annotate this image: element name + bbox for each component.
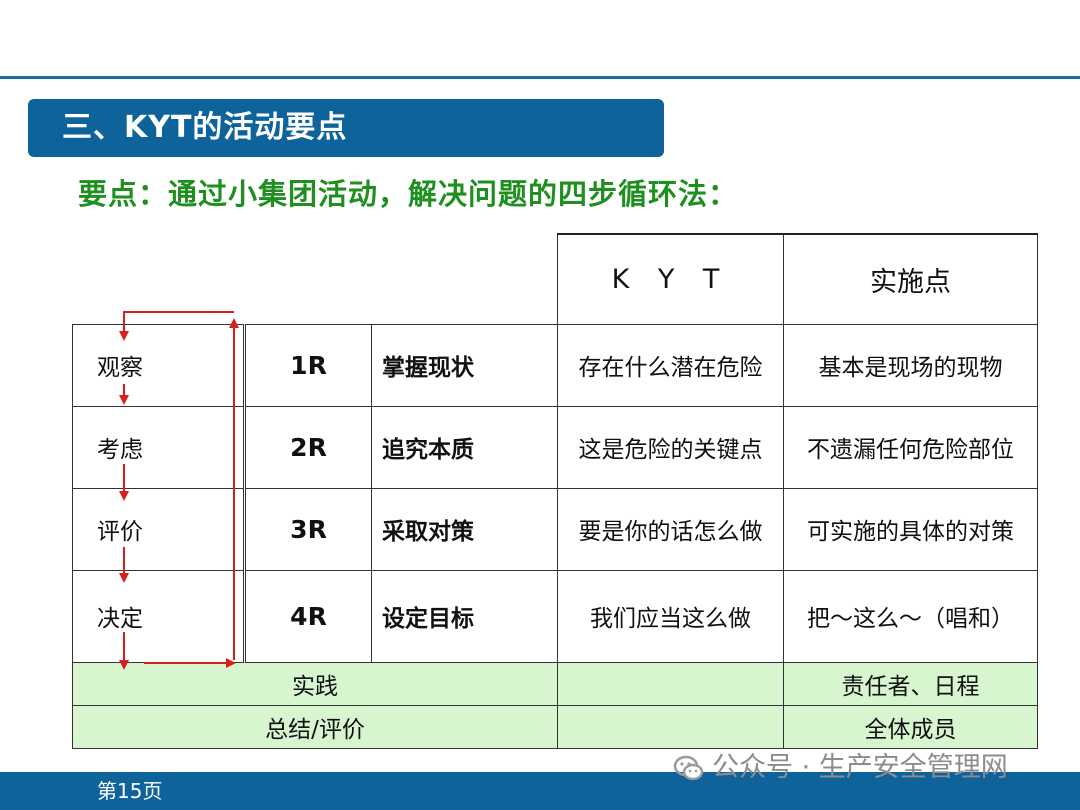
step-action: 设定目标 [371,569,558,663]
kyt-table: K Y T 实施点 观察 1R 掌握现状 存在什么潜在危险 基本是现场的现物 考… [72,233,1038,749]
step-action: 采取对策 [371,487,558,571]
point-cell: 把～这么～（唱和） [783,569,1038,663]
kyt-cell: 存在什么潜在危险 [557,323,784,407]
watermark-text: 公众号 · 生产安全管理网 [712,752,1008,783]
section-title-banner: 三、KYT的活动要点 [28,99,664,157]
table-row: 考虑 2R 追究本质 这是危险的关键点 不遗漏任何危险部位 [72,405,1038,489]
step-name: 决定 [72,569,245,663]
practice-label: 实践 [72,661,558,706]
table-row: 决定 4R 设定目标 我们应当这么做 把～这么～（唱和） [72,569,1038,663]
step-code: 3R [243,487,372,571]
step-code: 2R [243,405,372,489]
point-cell: 基本是现场的现物 [783,323,1038,407]
kyt-cell [557,704,784,749]
kyt-cell: 这是危险的关键点 [557,405,784,489]
step-code: 1R [243,323,372,407]
step-name: 评价 [72,487,245,571]
summary-label: 总结/评价 [72,704,558,749]
kyt-column-header: K Y T [557,233,784,325]
points-column-header: 实施点 [783,233,1038,325]
header-blank-cell [245,234,372,324]
step-action: 掌握现状 [371,323,558,407]
table-row: 评价 3R 采取对策 要是你的话怎么做 可实施的具体的对策 [72,487,1038,571]
kyt-cell [557,661,784,706]
page-number: 第15页 [97,779,163,803]
point-cell: 全体成员 [783,704,1038,749]
step-name: 观察 [72,323,245,407]
kyt-cell: 我们应当这么做 [557,569,784,663]
header-blank-cell [73,234,245,324]
table-header-row: K Y T 实施点 [73,233,1038,325]
step-name: 考虑 [72,405,245,489]
table-row-practice: 实践 责任者、日程 [72,661,1038,706]
table-row-summary: 总结/评价 全体成员 [72,704,1038,749]
step-code: 4R [243,569,372,663]
wechat-icon [673,755,704,781]
step-action: 追究本质 [371,405,558,489]
point-cell: 可实施的具体的对策 [783,487,1038,571]
section-title: 三、KYT的活动要点 [62,110,348,145]
watermark: 公众号 · 生产安全管理网 [672,748,1008,788]
kyt-cell: 要是你的话怎么做 [557,487,784,571]
point-cell: 责任者、日程 [783,661,1038,706]
top-divider-line [0,76,1080,79]
table-row: 观察 1R 掌握现状 存在什么潜在危险 基本是现场的现物 [72,323,1038,407]
subtitle-text: 要点：通过小集团活动，解决问题的四步循环法： [78,177,739,211]
point-cell: 不遗漏任何危险部位 [783,405,1038,489]
header-blank-cell [372,234,558,324]
